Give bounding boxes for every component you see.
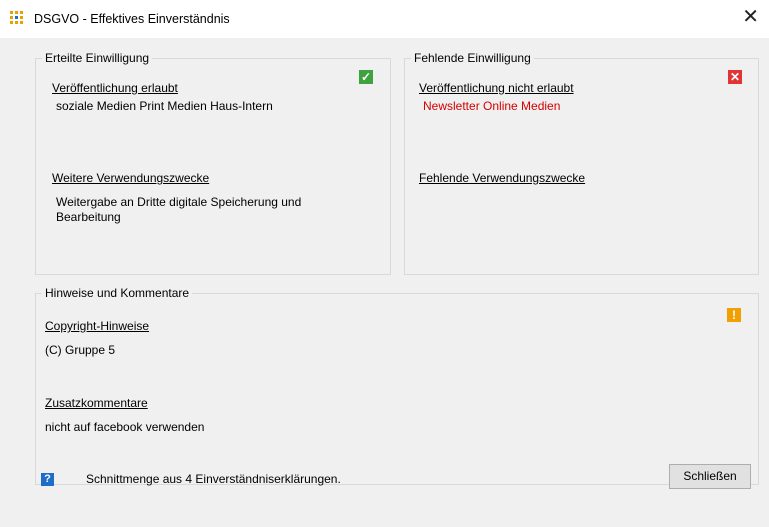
close-button[interactable]: Schließen: [669, 464, 751, 489]
additional-comments-value: nicht auf facebook verwenden: [45, 420, 205, 434]
copyright-notes-link[interactable]: Copyright-Hinweise: [45, 319, 149, 333]
copyright-notes-value: (C) Gruppe 5: [45, 343, 116, 357]
missing-purposes-link[interactable]: Fehlende Verwendungszwecke: [419, 171, 585, 185]
given-consent-legend: Erteilte Einwilligung: [42, 51, 153, 65]
warning-icon: !: [727, 308, 741, 322]
notes-legend: Hinweise und Kommentare: [42, 286, 193, 300]
missing-consent-legend: Fehlende Einwilligung: [411, 51, 534, 65]
dialog-client-area: Erteilte Einwilligung ✓ Veröffentlichung…: [0, 38, 769, 527]
further-purposes-values: Weitergabe an Dritte digitale Speicherun…: [56, 195, 302, 224]
app-grid-icon: [10, 11, 24, 25]
window-title: DSGVO - Effektives Einverständnis: [34, 12, 230, 26]
given-consent-group: Erteilte Einwilligung ✓ Veröffentlichung…: [35, 51, 391, 275]
publication-allowed-link[interactable]: Veröffentlichung erlaubt: [52, 81, 178, 95]
publication-not-allowed-link[interactable]: Veröffentlichung nicht erlaubt: [419, 81, 574, 95]
status-text: Schnittmenge aus 4 Einverständniserkläru…: [86, 472, 341, 486]
missing-consent-group: Fehlende Einwilligung ✕ Veröffentlichung…: [404, 51, 759, 275]
publication-allowed-values: soziale Medien Print Medien Haus-Intern: [56, 99, 273, 113]
close-window-button[interactable]: ✕: [742, 6, 759, 26]
title-bar: DSGVO - Effektives Einverständnis ✕: [0, 0, 769, 38]
help-icon[interactable]: ?: [41, 473, 54, 486]
publication-not-allowed-values: Newsletter Online Medien: [423, 99, 561, 113]
further-purposes-link[interactable]: Weitere Verwendungszwecke: [52, 171, 209, 185]
notes-group: Hinweise und Kommentare ! Copyright-Hinw…: [35, 286, 759, 485]
additional-comments-link[interactable]: Zusatzkommentare: [45, 396, 148, 410]
check-icon: ✓: [359, 70, 373, 84]
x-icon: ✕: [728, 70, 742, 84]
